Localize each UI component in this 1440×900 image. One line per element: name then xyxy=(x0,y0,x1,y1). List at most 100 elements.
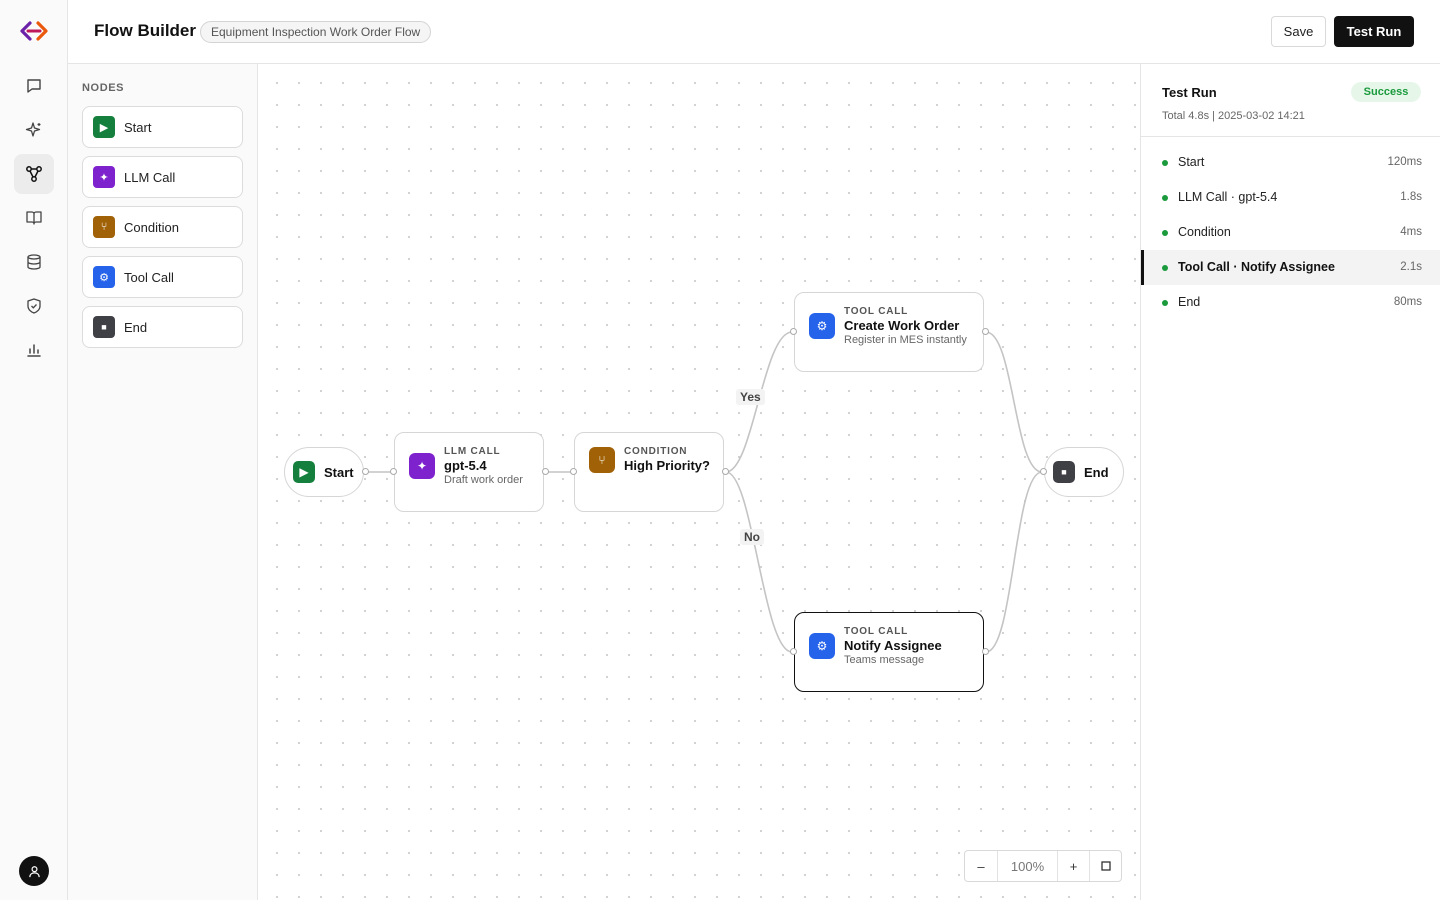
step-label: Tool Call · Notify Assignee xyxy=(1178,260,1335,274)
run-step-end[interactable]: End 80ms xyxy=(1141,285,1440,320)
node-name: gpt-5.4 xyxy=(444,458,487,473)
node-desc: Teams message xyxy=(844,654,925,666)
book-icon xyxy=(26,211,42,225)
input-port[interactable] xyxy=(1040,468,1047,475)
node-notify-assignee[interactable]: ⚙ TOOL CALL Notify Assignee Teams messag… xyxy=(794,612,984,692)
palette-item-label: End xyxy=(124,319,148,335)
run-meta: Total 4.8s | 2025-03-02 14:21 xyxy=(1162,110,1305,122)
palette-title: NODES xyxy=(82,82,125,94)
node-kind: CONDITION xyxy=(624,446,688,457)
step-label: Start xyxy=(1178,155,1205,169)
node-kind: TOOL CALL xyxy=(844,306,909,317)
node-end[interactable]: ■ End xyxy=(1044,447,1124,497)
edge-condition-notify xyxy=(725,471,793,653)
run-step-notify-assignee[interactable]: Tool Call · Notify Assignee 2.1s xyxy=(1141,250,1440,285)
user-icon xyxy=(28,865,40,877)
gear-icon: ⚙ xyxy=(93,266,115,288)
node-condition[interactable]: ⑂ CONDITION High Priority? xyxy=(574,432,724,512)
node-name: High Priority? xyxy=(624,458,710,473)
chat-icon xyxy=(27,79,41,93)
zoom-level: 100% xyxy=(998,851,1058,881)
node-kind: TOOL CALL xyxy=(844,626,909,637)
palette-item-llm-call[interactable]: ✦ LLM Call xyxy=(82,156,243,198)
palette-item-condition[interactable]: ⑂ Condition xyxy=(82,206,243,248)
output-port[interactable] xyxy=(362,468,369,475)
success-dot-icon xyxy=(1162,265,1168,271)
node-desc: Register in MES instantly xyxy=(844,334,967,346)
top-header: Flow Builder Equipment Inspection Work O… xyxy=(68,0,1440,64)
rail-flow-button[interactable] xyxy=(14,154,54,194)
palette-item-label: Start xyxy=(124,119,152,135)
avatar[interactable] xyxy=(19,856,49,886)
output-port[interactable] xyxy=(542,468,549,475)
branch-icon: ⑂ xyxy=(93,216,115,238)
node-create-work-order[interactable]: ⚙ TOOL CALL Create Work Order Register i… xyxy=(794,292,984,372)
zoom-in-button[interactable]: + xyxy=(1058,851,1090,881)
output-port[interactable] xyxy=(982,648,989,655)
database-icon xyxy=(27,254,41,270)
run-panel-title: Test Run xyxy=(1162,85,1217,100)
rail-docs-button[interactable] xyxy=(14,198,54,238)
node-name: Create Work Order xyxy=(844,318,960,333)
gear-icon: ⚙ xyxy=(809,633,835,659)
node-kind: LLM CALL xyxy=(444,446,501,457)
run-step-condition[interactable]: Condition 4ms xyxy=(1141,215,1440,250)
play-icon: ▶ xyxy=(93,116,115,138)
edge-notify-end xyxy=(985,471,1043,653)
fit-view-button[interactable] xyxy=(1090,851,1121,881)
step-time: 120ms xyxy=(1387,156,1422,168)
divider xyxy=(1141,136,1440,137)
node-name: Notify Assignee xyxy=(844,638,942,653)
flow-name-badge[interactable]: Equipment Inspection Work Order Flow xyxy=(200,21,432,43)
success-dot-icon xyxy=(1162,195,1168,201)
palette-item-tool-call[interactable]: ⚙ Tool Call xyxy=(82,256,243,298)
step-label: LLM Call · gpt-5.4 xyxy=(1178,190,1278,204)
test-run-panel: Test Run Success Total 4.8s | 2025-03-02… xyxy=(1140,64,1440,900)
flow-canvas[interactable]: Yes No ▶ Start ✦ LLM CALL gpt-5.4 Draft … xyxy=(258,64,1140,900)
palette-item-start[interactable]: ▶ Start xyxy=(82,106,243,148)
run-step-start[interactable]: Start 120ms xyxy=(1141,145,1440,180)
input-port[interactable] xyxy=(390,468,397,475)
node-label: Start xyxy=(324,464,354,480)
step-label: Condition xyxy=(1178,225,1231,239)
step-label: End xyxy=(1178,295,1201,309)
output-port[interactable] xyxy=(722,468,729,475)
save-button[interactable]: Save xyxy=(1271,16,1326,47)
zoom-out-button[interactable]: – xyxy=(965,851,998,881)
edge-create-end xyxy=(985,331,1043,473)
success-dot-icon xyxy=(1162,300,1168,306)
rail-chat-button[interactable] xyxy=(14,66,54,106)
logo-icon[interactable] xyxy=(19,18,49,44)
node-llm-call[interactable]: ✦ LLM CALL gpt-5.4 Draft work order xyxy=(394,432,544,512)
stop-icon: ■ xyxy=(1053,461,1075,483)
output-port[interactable] xyxy=(982,328,989,335)
input-port[interactable] xyxy=(790,648,797,655)
rail-data-button[interactable] xyxy=(14,242,54,282)
gear-icon: ⚙ xyxy=(809,313,835,339)
page-title: Flow Builder xyxy=(94,21,196,40)
run-step-llm-call[interactable]: LLM Call · gpt-5.4 1.8s xyxy=(1141,180,1440,215)
node-desc: Draft work order xyxy=(444,474,523,486)
palette-item-label: Condition xyxy=(124,219,179,235)
rail-security-button[interactable] xyxy=(14,286,54,326)
step-time: 2.1s xyxy=(1400,261,1422,273)
rail-analytics-button[interactable] xyxy=(14,330,54,370)
input-port[interactable] xyxy=(570,468,577,475)
stop-icon: ■ xyxy=(93,316,115,338)
node-start[interactable]: ▶ Start xyxy=(284,447,364,497)
palette-item-label: Tool Call xyxy=(124,269,174,285)
test-run-button[interactable]: Test Run xyxy=(1334,16,1414,47)
node-label: End xyxy=(1084,464,1109,480)
palette-item-label: LLM Call xyxy=(124,169,176,185)
input-port[interactable] xyxy=(790,328,797,335)
sparkle-icon: ✦ xyxy=(93,166,115,188)
flow-icon xyxy=(26,166,42,182)
palette-item-end[interactable]: ■ End xyxy=(82,306,243,348)
shield-icon xyxy=(27,298,41,314)
sparkle-icon: ✦ xyxy=(409,453,435,479)
edge-label-yes: Yes xyxy=(736,389,765,405)
node-palette: NODES ▶ Start ✦ LLM Call ⑂ Condition ⚙ T… xyxy=(68,64,258,900)
success-dot-icon xyxy=(1162,160,1168,166)
rail-ai-button[interactable] xyxy=(14,110,54,150)
step-time: 1.8s xyxy=(1400,191,1422,203)
